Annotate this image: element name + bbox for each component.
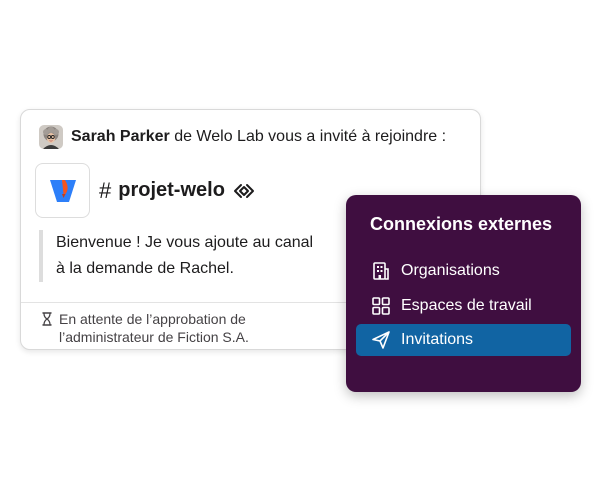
channel-name[interactable]: projet-welo [118, 179, 225, 202]
pending-status: En attente de l’approbation de l’adminis… [41, 310, 249, 346]
external-connections-panel: Connexions externes Organisations Espace… [346, 195, 581, 392]
hourglass-icon [41, 312, 53, 330]
menu-item-label: Invitations [401, 331, 474, 348]
pending-line: En attente de l’approbation de [59, 311, 246, 327]
panel-title: Connexions externes [370, 214, 553, 234]
menu-item-label: Espaces de travail [401, 297, 532, 314]
channel-row[interactable]: # projet-welo [35, 163, 256, 218]
menu-item-organisations[interactable]: Organisations [356, 255, 571, 287]
sender-name[interactable]: Sarah Parker [71, 128, 170, 145]
workspace-logo [35, 163, 90, 218]
invite-header: Sarah Parker de Welo Lab vous a invité à… [39, 125, 446, 149]
message-quote: Bienvenue ! Je vous ajoute au canal à la… [39, 230, 356, 282]
building-icon [370, 260, 392, 282]
paper-plane-icon [370, 329, 392, 351]
divider [21, 302, 356, 303]
welo-logo-icon [49, 179, 76, 202]
message-line: Bienvenue ! Je vous ajoute au canal [56, 234, 314, 251]
avatar [39, 125, 63, 149]
invite-text: de Welo Lab vous a invité à rejoindre : [174, 128, 447, 145]
grid-icon [370, 295, 392, 317]
message-line: à la demande de Rachel. [56, 260, 234, 277]
stage: Sarah Parker de Welo Lab vous a invité à… [0, 0, 600, 500]
menu-item-label: Organisations [401, 262, 500, 279]
channel-hash: # [99, 177, 112, 203]
shared-channel-icon [232, 183, 256, 199]
pending-line: l’administrateur de Fiction S.A. [59, 329, 249, 345]
menu-item-invitations[interactable]: Invitations [356, 324, 571, 356]
menu-item-workspaces[interactable]: Espaces de travail [356, 290, 571, 322]
